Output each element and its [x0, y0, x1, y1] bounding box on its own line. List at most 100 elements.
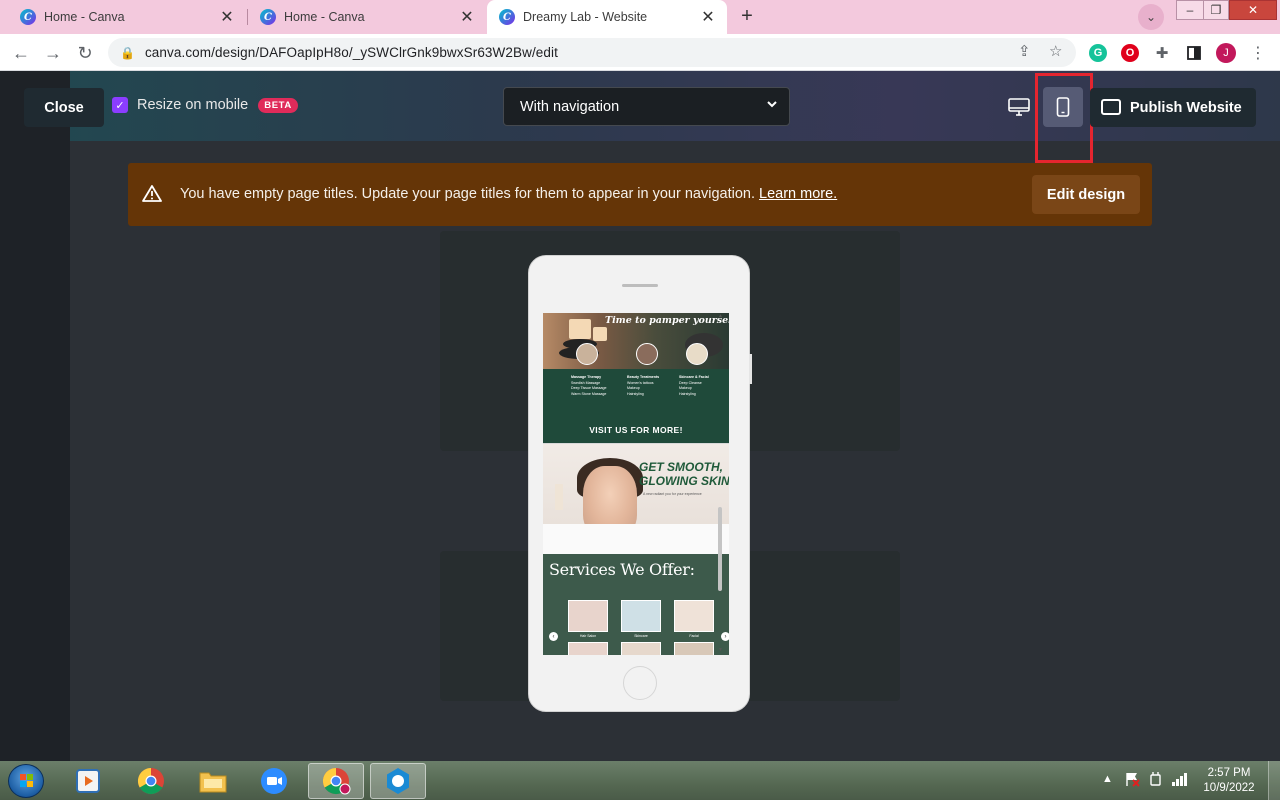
start-button[interactable]	[8, 764, 44, 798]
tab-title: Home - Canva	[284, 10, 365, 24]
show-desktop-button[interactable]	[1268, 761, 1280, 800]
mobile-phone-frame: Time to pamper yourself! Massage Therapy…	[528, 255, 752, 712]
scrollbar-thumb[interactable]	[718, 507, 722, 591]
chrome-taskbar-icon[interactable]	[123, 763, 179, 799]
service-thumbnail[interactable]	[621, 642, 661, 655]
browser-tab-1[interactable]: C Home - Canva ✕	[8, 0, 246, 34]
reload-icon[interactable]: ↻	[72, 40, 98, 66]
kebab-menu-icon[interactable]: ⋮	[1249, 44, 1267, 62]
canva-favicon-icon: C	[260, 9, 276, 25]
headline-line-1: GET SMOOTH,	[639, 460, 723, 474]
service-thumbnail[interactable]	[674, 642, 714, 655]
checkbox-checked-icon[interactable]: ✓	[112, 97, 128, 113]
forward-arrow-icon[interactable]: →	[40, 40, 66, 66]
services-heading: Services We Offer:	[549, 560, 695, 579]
phone-scrollbar[interactable]: ▲ ▼	[717, 313, 723, 655]
services-section: Services We Offer: Hair Salon Skincare F…	[543, 554, 729, 655]
tab-title: Dreamy Lab - Website	[523, 10, 648, 24]
address-bar[interactable]: 🔒 canva.com/design/DAFOapIpH8o/_ySWClrGn…	[108, 38, 1076, 67]
phone-side-button	[749, 354, 752, 384]
system-clock[interactable]: 2:57 PM 10/9/2022	[1198, 766, 1260, 796]
blurred-editor-sidebar	[0, 71, 70, 761]
scroll-down-icon[interactable]: ▼	[718, 647, 723, 653]
tab-search-chevron-icon[interactable]: ⌄	[1138, 4, 1164, 30]
skincare-column: Skincare & Facial Deep Cleanse Makeup Ha…	[679, 375, 709, 397]
chevron-down-icon	[765, 97, 779, 114]
hair-salon-thumbnail[interactable]	[568, 600, 608, 632]
glowing-skin-subline: A new radiant you for your experience	[643, 492, 702, 496]
beta-badge: BETA	[258, 97, 298, 113]
publish-label: Publish Website	[1130, 99, 1242, 116]
grammarly-extension-icon[interactable]: G	[1089, 44, 1107, 62]
bookmark-star-icon[interactable]: ☆	[1049, 42, 1062, 60]
show-hidden-icons-chevron-icon[interactable]: ▲	[1102, 773, 1113, 785]
media-player-taskbar-icon[interactable]	[60, 763, 116, 799]
visit-us-cta[interactable]: VISIT US FOR MORE!	[543, 425, 729, 435]
edit-design-button[interactable]: Edit design	[1032, 175, 1140, 214]
glowing-skin-section: GET SMOOTH, GLOWING SKIN A new radiant y…	[543, 443, 729, 554]
close-tab-icon[interactable]: ✕	[699, 8, 717, 26]
headline-line-2: GLOWING SKIN	[639, 474, 729, 488]
power-plug-icon[interactable]	[1148, 771, 1164, 790]
column-heading: Massage Therapy	[571, 375, 602, 379]
facial-thumbnail[interactable]	[674, 600, 714, 632]
new-tab-button[interactable]: +	[734, 5, 760, 29]
zoom-taskbar-icon[interactable]	[246, 763, 302, 799]
beauty-photo	[636, 343, 658, 365]
skincare-photo	[686, 343, 708, 365]
learn-more-link[interactable]: Learn more.	[759, 186, 837, 202]
close-preview-button[interactable]: Close	[24, 88, 104, 127]
list-item: Warm Stone Massage	[571, 391, 607, 396]
browser-tab-bar: C Home - Canva ✕ C Home - Canva ✕ C Drea…	[0, 0, 1280, 34]
file-explorer-taskbar-icon[interactable]	[185, 763, 241, 799]
red-highlight-box	[1035, 73, 1093, 163]
extensions-puzzle-icon[interactable]: ✚	[1153, 44, 1171, 62]
glowing-skin-headline: GET SMOOTH, GLOWING SKIN	[639, 460, 729, 488]
side-panel-icon[interactable]	[1185, 44, 1203, 62]
tab-title: Home - Canva	[44, 10, 125, 24]
resize-on-mobile-toggle[interactable]: ✓ Resize on mobile BETA	[112, 97, 298, 113]
desktop-monitor-icon	[1008, 98, 1030, 116]
desktop-view-button[interactable]	[999, 87, 1039, 127]
chrome-active-taskbar-icon[interactable]	[308, 763, 364, 799]
close-tab-icon[interactable]: ✕	[218, 8, 236, 26]
action-center-flag-icon[interactable]	[1124, 771, 1140, 790]
thumbnail-label: Facial	[689, 634, 699, 638]
share-icon[interactable]: ⇪	[1018, 42, 1031, 60]
browser-tab-2[interactable]: C Home - Canva ✕	[248, 0, 486, 34]
url-text: canva.com/design/DAFOapIpH8o/_ySWClrGnk9…	[144, 45, 558, 60]
browser-tab-3-active[interactable]: C Dreamy Lab - Website ✕	[487, 0, 727, 34]
windows-taskbar: ▲ 2:57 PM 10/9/2022	[0, 761, 1280, 800]
column-heading: Skincare & Facial	[679, 375, 709, 379]
pamper-section: Time to pamper yourself! Massage Therapy…	[543, 313, 729, 443]
navigation-select[interactable]: With navigation	[503, 87, 790, 126]
beauty-column: Beauty Treatments Women's tattoos Makeup…	[627, 375, 659, 397]
publish-globe-icon	[1101, 99, 1121, 115]
carousel-prev-icon[interactable]: ‹	[549, 632, 558, 641]
profile-avatar[interactable]: J	[1216, 43, 1236, 63]
app-taskbar-icon[interactable]	[370, 763, 426, 799]
mobile-site-preview[interactable]: Time to pamper yourself! Massage Therapy…	[543, 313, 729, 655]
adblock-extension-icon[interactable]: O	[1121, 44, 1139, 62]
close-window-button[interactable]: ✕	[1229, 0, 1277, 20]
clock-date: 10/9/2022	[1203, 782, 1255, 794]
candle-image	[555, 484, 563, 510]
list-item: Deep Tissue Massage	[571, 386, 607, 391]
skincare-thumbnail[interactable]	[621, 600, 661, 632]
network-signal-icon[interactable]	[1171, 771, 1189, 790]
restore-window-button[interactable]: ❐	[1203, 0, 1229, 20]
browser-toolbar: ← → ↻ 🔒 canva.com/design/DAFOapIpH8o/_yS…	[0, 34, 1280, 71]
scroll-up-icon[interactable]: ▲	[718, 313, 723, 319]
canva-preview-stage: Close ✓ Resize on mobile BETA With navig…	[0, 71, 1280, 761]
banner-message-text: You have empty page titles. Update your …	[180, 186, 755, 202]
publish-website-button[interactable]: Publish Website	[1090, 88, 1256, 127]
minimize-window-button[interactable]: ‒	[1176, 0, 1204, 20]
list-item: Hairstyling	[679, 391, 696, 396]
canva-favicon-icon: C	[499, 9, 515, 25]
back-arrow-icon[interactable]: ←	[8, 40, 34, 66]
navigation-select-value: With navigation	[520, 98, 620, 115]
close-tab-icon[interactable]: ✕	[458, 8, 476, 26]
service-thumbnail[interactable]	[568, 642, 608, 655]
candle-image	[569, 319, 591, 339]
thumbnail-label: Hair Salon	[579, 634, 597, 638]
